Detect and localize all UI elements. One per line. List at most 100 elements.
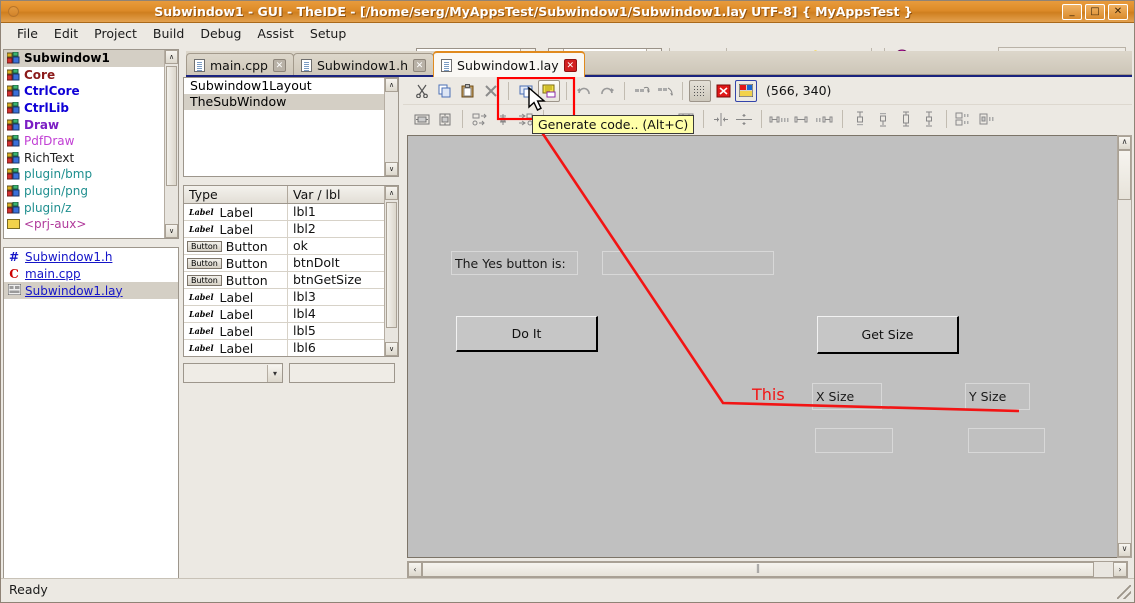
scroll-thumb[interactable]	[166, 66, 177, 186]
file-list[interactable]: # Subwindow1.h C main.cpp Subwindow1.lay	[3, 247, 179, 579]
menu-item-edit[interactable]: Edit	[46, 24, 86, 43]
scroll-down-arrow[interactable]: ∨	[1118, 543, 1131, 557]
paste-icon[interactable]	[457, 80, 479, 102]
button-do-it[interactable]: Do It	[456, 316, 598, 352]
label-yes-button[interactable]: The Yes button is:	[451, 251, 578, 275]
set-top-icon[interactable]	[849, 108, 871, 130]
table-row[interactable]: LabelLabel lbl5	[184, 323, 384, 340]
scroll-down-arrow[interactable]: ∨	[385, 342, 398, 356]
copy-icon[interactable]	[434, 80, 456, 102]
file-item-subwindow1-lay[interactable]: Subwindow1.lay	[4, 282, 178, 299]
scroll-up-arrow[interactable]: ∧	[1118, 136, 1131, 150]
canvas-vertical-scrollbar[interactable]: ∧ ∨	[1117, 135, 1132, 558]
menu-item-assist[interactable]: Assist	[249, 24, 301, 43]
menu-item-build[interactable]: Build	[145, 24, 192, 43]
tab-subwindow1-h[interactable]: Subwindow1.h ✕	[293, 53, 434, 77]
set-bottom-icon[interactable]	[872, 108, 894, 130]
table-row[interactable]: ButtonButton btnGetSize	[184, 272, 384, 289]
edit-y-size[interactable]	[968, 428, 1045, 453]
package-item-ctrllib[interactable]: CtrlLib	[4, 100, 164, 117]
package-item-pdfdraw[interactable]: PdfDraw	[4, 133, 164, 150]
table-row[interactable]: LabelLabel lbl2	[184, 221, 384, 238]
layout-name-list[interactable]: Subwindow1Layout TheSubWindow ∧ ∨	[183, 77, 399, 177]
table-row[interactable]: LabelLabel lbl4	[184, 306, 384, 323]
group-icon[interactable]	[953, 108, 975, 130]
align-horizontal-icon[interactable]	[411, 108, 433, 130]
file-item-main-cpp[interactable]: C main.cpp	[4, 265, 178, 282]
move-up-icon[interactable]	[631, 80, 653, 102]
set-middle-icon[interactable]	[918, 108, 940, 130]
scroll-down-arrow[interactable]: ∨	[165, 224, 178, 238]
package-item-ctrlcore[interactable]: CtrlCore	[4, 83, 164, 100]
set-height-icon[interactable]	[895, 108, 917, 130]
label-y-size[interactable]: Y Size	[965, 383, 1030, 410]
align-center-icon[interactable]	[492, 108, 514, 130]
table-row[interactable]: ButtonButton btnDoIt	[184, 255, 384, 272]
delete-icon[interactable]	[480, 80, 502, 102]
align-left-icon[interactable]	[469, 108, 491, 130]
tab-close-icon[interactable]: ✕	[564, 59, 577, 72]
edit-yes-button-value[interactable]	[602, 251, 774, 275]
menu-item-debug[interactable]: Debug	[192, 24, 249, 43]
maximize-button[interactable]: □	[1085, 4, 1105, 20]
scroll-up-arrow[interactable]: ∧	[385, 78, 398, 92]
table-row[interactable]: LabelLabel lbl6	[184, 340, 384, 356]
scroll-right-arrow[interactable]: ›	[1113, 562, 1127, 577]
size-left-icon[interactable]	[768, 108, 790, 130]
package-tree-scrollbar[interactable]: ∧ ∨	[164, 50, 178, 238]
package-item-plugin-bmp[interactable]: plugin/bmp	[4, 166, 164, 183]
stop-icon[interactable]	[712, 80, 734, 102]
move-down-icon[interactable]	[654, 80, 676, 102]
file-item-subwindow1-h[interactable]: # Subwindow1.h	[4, 248, 178, 265]
close-button[interactable]: ✕	[1108, 4, 1128, 20]
menu-item-setup[interactable]: Setup	[302, 24, 354, 43]
package-item-core[interactable]: Core	[4, 67, 164, 84]
layout-list-scrollbar[interactable]: ∧ ∨	[384, 78, 398, 176]
tab-close-icon[interactable]: ✕	[413, 59, 426, 72]
package-item-plugin-png[interactable]: plugin/png	[4, 183, 164, 200]
scroll-thumb[interactable]: ‖	[422, 562, 1094, 577]
center-h-icon[interactable]	[710, 108, 732, 130]
ungroup-icon[interactable]	[976, 108, 998, 130]
scroll-thumb[interactable]	[386, 202, 397, 328]
scroll-up-arrow[interactable]: ∧	[165, 50, 178, 64]
layout-canvas-surface[interactable]: The Yes button is: Do It Get Size X Size…	[408, 136, 1113, 544]
table-row[interactable]: ButtonButton ok	[184, 238, 384, 255]
label-x-size[interactable]: X Size	[812, 383, 882, 410]
scroll-up-arrow[interactable]: ∧	[385, 186, 398, 200]
package-item-richtext[interactable]: RichText	[4, 150, 164, 167]
package-item-draw[interactable]: Draw	[4, 116, 164, 133]
table-row[interactable]: LabelLabel lbl1	[184, 204, 384, 221]
chevron-down-icon[interactable]: ▾	[267, 365, 282, 382]
widget-type-combo[interactable]: ▾	[183, 363, 283, 383]
button-get-size[interactable]: Get Size	[817, 316, 959, 354]
scroll-down-arrow[interactable]: ∨	[385, 162, 398, 176]
widget-name-input[interactable]	[289, 363, 395, 383]
grid-icon[interactable]	[689, 80, 711, 102]
minimize-button[interactable]: _	[1062, 4, 1082, 20]
run-layout-icon[interactable]	[735, 80, 757, 102]
property-table-scrollbar[interactable]: ∧ ∨	[384, 186, 398, 356]
table-row[interactable]: LabelLabel lbl3	[184, 289, 384, 306]
package-item-prj-aux[interactable]: <prj-aux>	[4, 216, 164, 233]
layout-item-subwindow1layout[interactable]: Subwindow1Layout	[184, 78, 384, 94]
cut-icon[interactable]	[411, 80, 433, 102]
resize-grip-icon[interactable]	[1117, 585, 1131, 599]
layout-canvas[interactable]: The Yes button is: Do It Get Size X Size…	[407, 135, 1128, 558]
scroll-left-arrow[interactable]: ‹	[408, 562, 422, 577]
package-item-subwindow1[interactable]: Subwindow1	[4, 50, 164, 67]
size-mid-icon[interactable]	[791, 108, 813, 130]
redo-icon[interactable]	[596, 80, 618, 102]
menu-item-project[interactable]: Project	[86, 24, 145, 43]
tab-main-cpp[interactable]: main.cpp ✕	[186, 53, 294, 77]
undo-icon[interactable]	[573, 80, 595, 102]
menu-item-file[interactable]: File	[9, 24, 46, 43]
edit-x-size[interactable]	[815, 428, 893, 453]
layout-item-thesubwindow[interactable]: TheSubWindow	[184, 94, 384, 110]
scroll-thumb[interactable]	[1118, 150, 1131, 200]
package-item-plugin-z[interactable]: plugin/z	[4, 199, 164, 216]
widget-property-table[interactable]: Type Var / lbl LabelLabel lbl1 LabelLabe…	[183, 185, 399, 357]
center-v-icon[interactable]	[733, 108, 755, 130]
canvas-horizontal-scrollbar[interactable]: ‹ ‖ ›	[407, 561, 1128, 578]
align-vertical-icon[interactable]	[434, 108, 456, 130]
